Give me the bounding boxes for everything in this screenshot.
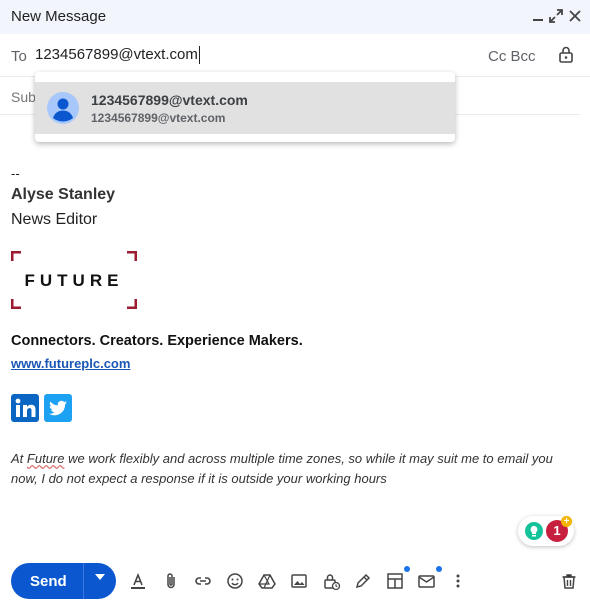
templates-notification-dot: [436, 566, 442, 572]
grammar-assistant-badge[interactable]: 1 +: [518, 516, 574, 546]
plus-badge-icon: +: [561, 516, 572, 527]
suggestion-name: 1234567899@vtext.com: [91, 92, 248, 108]
signature-icon[interactable]: [353, 571, 373, 591]
compose-titlebar: New Message: [0, 0, 590, 34]
future-logo: FUTURE: [11, 251, 137, 309]
layouts-icon[interactable]: [385, 571, 405, 591]
discard-icon[interactable]: [559, 571, 579, 591]
format-text-icon[interactable]: [128, 571, 148, 591]
signature-separator: --: [11, 166, 20, 181]
cc-bcc-button[interactable]: Cc Bcc: [488, 48, 536, 65]
linkedin-icon[interactable]: [11, 394, 39, 422]
send-button[interactable]: Send: [30, 573, 67, 590]
to-row: To 1234567899@vtext.com Cc Bcc: [0, 36, 590, 77]
autocomplete-suggestion[interactable]: 1234567899@vtext.com 1234567899@vtext.co…: [35, 82, 455, 134]
attach-icon[interactable]: [161, 571, 181, 591]
to-input[interactable]: 1234567899@vtext.com: [35, 46, 200, 64]
more-options-icon[interactable]: [448, 571, 468, 591]
minimize-icon[interactable]: [528, 6, 548, 26]
emoji-icon[interactable]: [225, 571, 245, 591]
suggestion-email: 1234567899@vtext.com: [91, 111, 226, 125]
close-icon[interactable]: [565, 6, 585, 26]
note-rest: we work flexibly and across multiple tim…: [11, 451, 553, 486]
send-options-icon[interactable]: [95, 574, 105, 580]
signature-title: News Editor: [11, 211, 98, 228]
send-divider: [83, 563, 84, 599]
website-link[interactable]: www.futureplc.com: [11, 356, 130, 371]
confidential-icon[interactable]: [321, 571, 341, 591]
compose-toolbar: Send: [0, 558, 590, 606]
note-future-word: Future: [26, 451, 65, 466]
photo-icon[interactable]: [289, 571, 309, 591]
drive-icon[interactable]: [257, 571, 277, 591]
window-title: New Message: [11, 8, 107, 25]
signature-name: Alyse Stanley: [11, 186, 116, 203]
twitter-icon[interactable]: [44, 394, 72, 422]
work-hours-note: At Future we work flexibly and across mu…: [11, 449, 571, 489]
layouts-notification-dot: [404, 566, 410, 572]
send-button-group: Send: [11, 563, 116, 599]
recipient-autocomplete: 1234567899@vtext.com 1234567899@vtext.co…: [35, 72, 455, 142]
note-prefix: At: [11, 451, 27, 466]
avatar: [47, 92, 79, 124]
lock-icon[interactable]: [556, 44, 576, 64]
logo-wordmark: FUTURE: [24, 271, 124, 290]
signature-tagline: Connectors. Creators. Experience Makers.: [11, 333, 303, 349]
lightbulb-icon: [525, 522, 543, 540]
expand-icon[interactable]: [546, 6, 566, 26]
link-icon[interactable]: [193, 571, 213, 591]
layouts-templates-icon[interactable]: [417, 571, 437, 591]
subject-input[interactable]: Sub: [11, 89, 36, 105]
to-label: To: [11, 48, 27, 65]
